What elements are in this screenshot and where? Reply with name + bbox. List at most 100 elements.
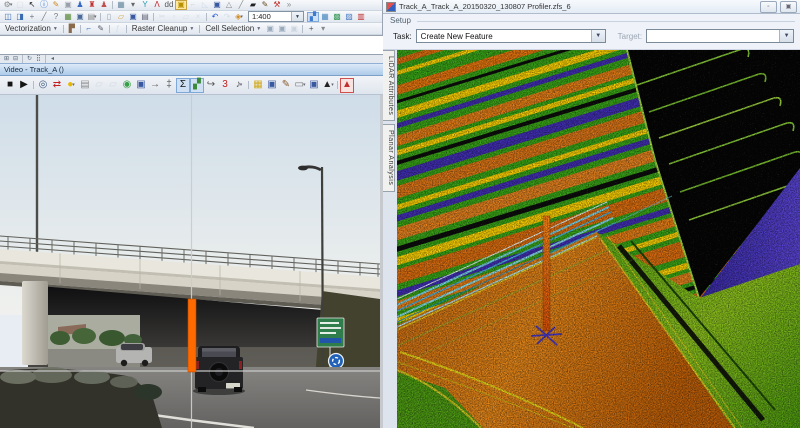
help-icon[interactable]: ? [50, 12, 62, 22]
zoom-scale-combobox[interactable]: 1:400 ▼ [248, 11, 304, 22]
edit-pencil-icon[interactable]: ✎ [95, 24, 107, 34]
panel-left-icon[interactable]: ◫ [2, 12, 14, 22]
tab-lidar-attributes[interactable]: LiDAR Attributes [383, 50, 395, 122]
maximize-button[interactable]: ▣ [780, 0, 797, 13]
video-frame-view[interactable] [0, 95, 380, 428]
function-icon[interactable]: ƒ [112, 24, 124, 34]
add-point-icon[interactable]: + [305, 24, 317, 34]
profiler-titlebar[interactable]: Track_A_Track_A_20150320_130807 Profiler… [383, 0, 800, 14]
cell-a-icon[interactable]: ▣ [264, 24, 276, 34]
user-icon[interactable]: ♟ [74, 0, 86, 10]
fit-view-icon[interactable]: ▞ [307, 11, 319, 22]
view4-icon[interactable]: ▥ [355, 12, 367, 22]
view1-icon[interactable]: ▦ [319, 12, 331, 22]
frame-list-icon[interactable]: ▤ [78, 78, 92, 93]
dock-collapse-icon[interactable]: ⊟ [11, 56, 20, 63]
dd-tool-icon[interactable]: dd [163, 0, 175, 10]
minimize-button[interactable]: ▫ [760, 0, 777, 13]
sigma-measure-icon[interactable]: Σ [176, 77, 190, 93]
add-icon[interactable]: + [26, 12, 38, 22]
dock-grip-icon[interactable]: ⣿ [34, 56, 43, 63]
list-b-icon[interactable]: ▤ ▾ [86, 12, 98, 22]
lambda-icon[interactable]: Λ [151, 0, 163, 10]
annotation-icon[interactable]: ♪ ▾ [232, 78, 246, 93]
redo-icon[interactable]: ↷ [221, 12, 233, 22]
row3-more-icon[interactable]: ▾ [317, 24, 329, 34]
prev-frame-icon[interactable]: ▱ [92, 78, 106, 93]
select-cursor-icon[interactable]: ↖ [26, 0, 38, 10]
vectorization-menu[interactable]: Vectorization ▼ [2, 24, 61, 33]
grid-icon[interactable]: ▦ [115, 0, 127, 10]
blank-icon[interactable]: ▢ [14, 0, 26, 10]
person-icon[interactable]: ♟ [98, 0, 110, 10]
repair-hammer-icon[interactable]: ⚒ [271, 0, 283, 10]
grid-b-icon[interactable]: ▦ [62, 12, 74, 22]
frame-count-label[interactable]: 3 [218, 78, 232, 93]
undo-icon[interactable]: ↶ [209, 12, 221, 22]
brush-icon[interactable]: ✎ [259, 0, 271, 10]
zoom-lens-icon[interactable]: ◎ [36, 78, 50, 93]
cone-tool-icon[interactable]: ▲ ▾ [321, 78, 335, 93]
more-caret-icon[interactable]: ▾ [127, 0, 139, 10]
print-icon[interactable]: ▤ [139, 12, 151, 22]
line-icon[interactable]: ╱ [235, 0, 247, 10]
zoom-scale-dropdown-button[interactable]: ▼ [291, 12, 303, 21]
dock-refresh-icon[interactable]: ↻ [25, 56, 34, 63]
save-small-icon[interactable]: ▣ [211, 0, 223, 10]
paste-icon[interactable]: ▱ [180, 12, 192, 22]
play-icon[interactable]: ▶ [17, 78, 31, 93]
new-file-icon[interactable]: ▯ [103, 12, 115, 22]
tower-icon[interactable]: ♜ [86, 0, 98, 10]
dock-back-icon[interactable]: ◂ [48, 56, 57, 63]
cut-icon[interactable]: ✂ [156, 12, 168, 22]
lidar-point-cloud-view[interactable] [397, 50, 800, 428]
active-mode-icon[interactable]: ▣ [175, 0, 187, 10]
corner-dim-icon[interactable]: ⌐ [187, 0, 199, 10]
target-dropdown-button[interactable]: ▼ [779, 30, 794, 42]
edit-image-icon[interactable]: ✎ [279, 78, 293, 93]
display-bulb-icon[interactable]: ● ▾ [64, 78, 78, 93]
raster-cleanup-menu[interactable]: Raster Cleanup ▼ [129, 24, 198, 33]
save-image-icon[interactable]: ▣ [265, 78, 279, 93]
globe-icon[interactable]: ◉ [120, 78, 134, 93]
open-file-icon[interactable]: ▱ [115, 12, 127, 22]
tab-planar-analysis[interactable]: Planar Analysis [383, 124, 395, 192]
corner-tool-icon[interactable]: ⌐ [83, 24, 95, 34]
sketch-pencil-icon[interactable]: ✎ [50, 0, 62, 10]
target-combobox[interactable]: ▼ [646, 29, 795, 43]
view2-icon[interactable]: ▩ [331, 12, 343, 22]
draw-line-icon[interactable]: ╱ [38, 12, 50, 22]
frame-icon[interactable]: ▣ [62, 0, 74, 10]
save-frame-icon[interactable]: ▣ [134, 78, 148, 93]
overflow-icon[interactable]: » [283, 0, 295, 10]
empty-workspace-panel[interactable] [0, 35, 383, 55]
shape-tool-icon[interactable]: ▭ ▾ [293, 78, 307, 93]
next-frame-icon[interactable]: ▱ [106, 78, 120, 93]
stop-icon[interactable]: ■ [3, 78, 17, 93]
image-view-icon[interactable]: ▦ [251, 78, 265, 93]
workspace-menu-icon[interactable]: ⚙ ▾ [2, 0, 14, 10]
box-b-icon[interactable]: ▣ [74, 12, 86, 22]
y-join-icon[interactable]: Y [139, 0, 151, 10]
eraser-icon[interactable]: ▰ [247, 0, 259, 10]
task-combobox[interactable]: Create New Feature ▼ [415, 29, 606, 43]
locate-icon[interactable]: ◈ ▾ [233, 12, 245, 22]
slope-dim-icon[interactable]: ◺ [199, 0, 211, 10]
dock-tile-icon[interactable]: ⊞ [2, 56, 11, 63]
frame-jump-icon[interactable]: ⇄ [50, 78, 64, 93]
view3-icon[interactable]: ▨ [343, 12, 355, 22]
task-dropdown-button[interactable]: ▼ [590, 30, 605, 42]
save-file-icon[interactable]: ▣ [127, 12, 139, 22]
save-as-icon[interactable]: ▣ [307, 78, 321, 93]
topo-icon[interactable]: ▛ [66, 24, 78, 34]
panel-right-icon[interactable]: ◨ [14, 12, 26, 22]
cell-selection-menu[interactable]: Cell Selection ▼ [202, 24, 264, 33]
alert-tool-icon[interactable]: ▲ [340, 77, 354, 93]
move-to-icon[interactable]: → [148, 78, 162, 93]
overlay-toggle-icon[interactable]: ▞ [190, 77, 204, 93]
copy-icon[interactable]: ▫ [168, 12, 180, 22]
drop-marker-icon[interactable]: ‡ [162, 78, 176, 93]
delete-icon[interactable]: × [192, 12, 204, 22]
cell-c-icon[interactable]: ▣ [288, 24, 300, 34]
cell-b-icon[interactable]: ▣ [276, 24, 288, 34]
